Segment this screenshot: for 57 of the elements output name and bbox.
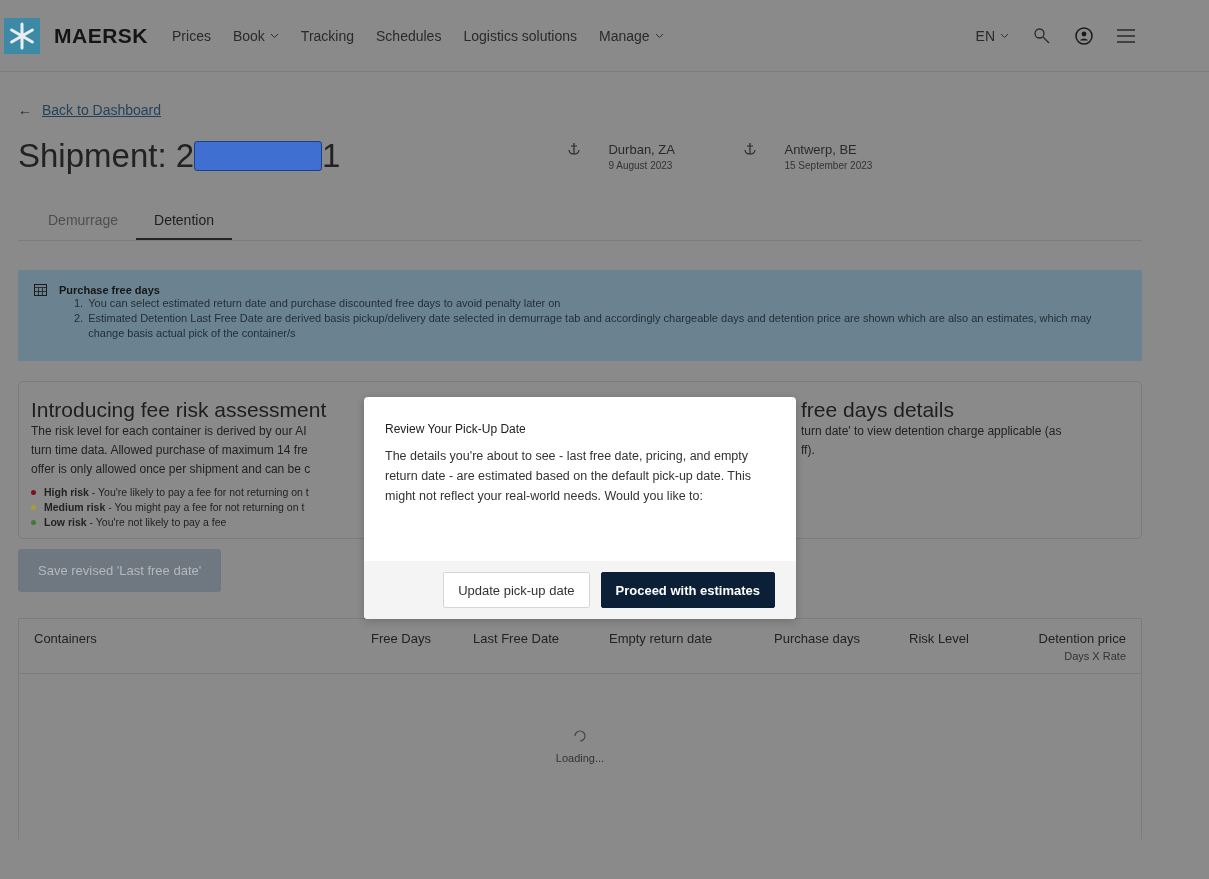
risk-text: Low risk - You're not likely to pay a fee <box>44 515 227 530</box>
anchor-icon <box>568 141 581 156</box>
update-button[interactable]: Update pick-up date <box>443 572 590 608</box>
dialog-text: The details you're about to see - last free date, pricing, and empty return date - are estimated based on the default pick-up date. This might not reflect your real-world needs. Would you like to: <box>384 448 752 505</box>
column-subheader: Days X Rate <box>1063 650 1126 662</box>
card-title: free days details <box>801 398 955 422</box>
info-title: Purchase free days <box>59 284 160 296</box>
port-date: 9 August 2023 <box>608 159 674 171</box>
nav-link[interactable]: Schedules <box>376 27 442 44</box>
card-text: turn date' to view detention charge applicable (as <box>801 423 1063 440</box>
column-header: Last Free Date <box>473 631 560 646</box>
user-icon[interactable] <box>1075 26 1093 45</box>
card-text: turn time data. Allowed purchase of maximum 14 fre <box>31 442 309 459</box>
card-text: ff). <box>801 442 816 459</box>
card-title: Introducing fee risk assessment <box>31 398 328 422</box>
list-number: 2. <box>74 311 84 326</box>
loading-text: Loading... <box>555 752 605 764</box>
shipment-title: Shipment: 2 <box>18 137 195 175</box>
caret-icon <box>654 32 664 39</box>
nav-link[interactable]: Manage <box>599 27 664 44</box>
info-text: Estimated Detention Last Free Date are derived basis pickup/delivery date selected in demurrage tab and accordingly chargeable days and detention price are shown which are also an estimates, which may change basis actual pick of the container/s <box>88 311 1093 341</box>
back-arrow: ← <box>18 102 32 118</box>
caret-icon <box>269 32 279 39</box>
spinner-icon <box>574 730 586 742</box>
tab[interactable]: Demurrage <box>30 202 137 240</box>
brand-name: MAERSK <box>54 23 148 48</box>
shipment-title-end: 1 <box>322 137 341 175</box>
proceed-button[interactable]: Proceed with estimates <box>600 572 775 608</box>
tab[interactable]: Detention <box>136 202 232 240</box>
port-name: Durban, ZA <box>608 141 675 157</box>
column-header: Containers <box>34 631 98 646</box>
risk-text: Medium risk - You might pay a fee for not returning on t <box>44 500 305 515</box>
search-icon[interactable] <box>1033 26 1051 45</box>
risk-text: High risk - You're likely to pay a fee for not returning on t <box>44 485 309 500</box>
nav-link[interactable]: Book <box>232 27 279 44</box>
port-name: Antwerp, BE <box>784 141 858 157</box>
anchor-icon <box>744 141 757 156</box>
star-logo-icon[interactable] <box>4 17 40 54</box>
column-header: Risk Level <box>909 631 970 646</box>
card-text: The risk level for each container is derived by our AI <box>31 423 308 440</box>
column-header: Detention price <box>1037 631 1126 646</box>
menu-icon[interactable] <box>1117 28 1135 43</box>
dialog-title: Review Your Pick-Up Date <box>384 421 527 436</box>
calendar-icon <box>34 284 47 296</box>
nav-link[interactable]: Logistics solutions <box>463 27 578 44</box>
column-header: Free Days <box>371 631 432 646</box>
nav-link[interactable]: Tracking <box>300 27 354 44</box>
info-text: You can select estimated return date and purchase discounted free days to avoid penalty later on <box>88 296 561 311</box>
card-text: offer is only allowed once per shipment and can be c <box>31 461 312 478</box>
column-header: Empty return date <box>609 631 714 646</box>
caret-icon <box>1000 32 1009 39</box>
list-number: 1. <box>74 296 84 311</box>
column-header: Purchase days <box>774 631 861 646</box>
nav-link[interactable]: Prices <box>172 27 211 44</box>
port-date: 15 September 2023 <box>784 159 873 171</box>
language-selector[interactable]: EN <box>975 27 1009 44</box>
back-link[interactable]: Back to Dashboard <box>42 102 162 118</box>
